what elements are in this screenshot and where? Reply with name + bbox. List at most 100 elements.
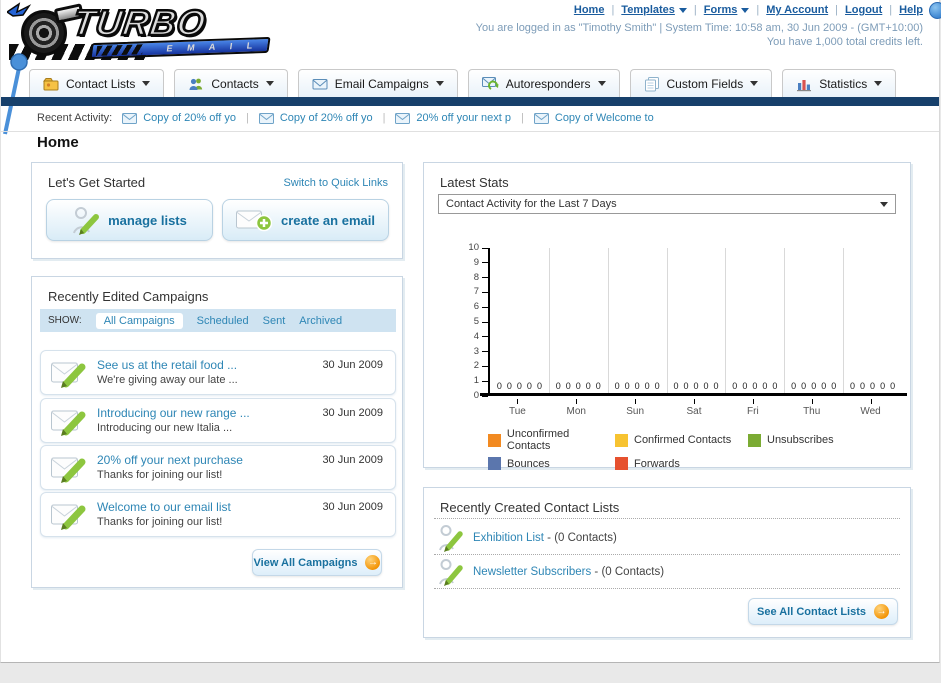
turbo-email-logo: TURBO E M A I L (7, 1, 287, 62)
legend-swatch (748, 433, 761, 447)
contact-lists-title: Recently Created Contact Lists (440, 500, 620, 515)
latest-stats-panel: Latest Stats Contact Activity for the La… (423, 162, 912, 470)
link-separator: | (756, 4, 760, 16)
campaign-title-link[interactable]: Welcome to our email list (97, 500, 231, 514)
chart-legend: Unconfirmed Contacts Confirmed Contacts … (488, 428, 834, 470)
autoresponder-icon (481, 77, 499, 90)
legend-entry: Confirmed Contacts (615, 428, 748, 452)
campaign-row[interactable]: 20% off your next purchase Thanks for jo… (40, 445, 396, 490)
contact-list-link[interactable]: Exhibition List (473, 532, 544, 544)
link-my-account[interactable]: My Account (766, 4, 828, 16)
logo-subtitle: E M A I L (165, 40, 260, 54)
manage-lists-label: manage lists (108, 212, 187, 228)
campaigns-filter-bar: SHOW: All Campaigns Scheduled Sent Archi… (40, 309, 396, 332)
recent-activity-item[interactable]: Copy of 20% off yo (258, 112, 373, 124)
main-nav: Contact Lists Contacts Email Campaigns A… (29, 69, 897, 97)
campaign-row[interactable]: Introducing our new range ... Introducin… (40, 398, 396, 443)
dotted-divider (434, 588, 900, 589)
manage-lists-button[interactable]: manage lists (46, 199, 213, 241)
page-title: Home (37, 134, 79, 151)
envelope-icon (312, 78, 328, 89)
folder-icon (43, 77, 59, 90)
link-templates[interactable]: Templates (621, 4, 687, 16)
envelope-pencil-icon (51, 410, 86, 436)
tab-contacts[interactable]: Contacts (174, 69, 288, 97)
campaigns-title: Recently Edited Campaigns (48, 289, 209, 304)
see-all-contact-lists-button[interactable]: See All Contact Lists → (748, 598, 898, 625)
tab-label: Contacts (211, 76, 259, 91)
credits-text: You have 1,000 total credits left. (766, 36, 923, 48)
stats-range-select[interactable]: Contact Activity for the Last 7 Days (438, 194, 896, 214)
get-started-panel: Let's Get Started Switch to Quick Links … (31, 162, 403, 259)
link-home[interactable]: Home (574, 4, 605, 16)
link-forms[interactable]: Forms (704, 4, 750, 16)
legend-entry: Bounces (488, 457, 615, 470)
recent-activity-bar: Recent Activity: Copy of 20% off yo | Co… (37, 105, 654, 131)
filter-tab-scheduled[interactable]: Scheduled (197, 315, 249, 327)
caret-down-icon (435, 81, 444, 86)
separator: | (521, 112, 524, 124)
legend-swatch (615, 433, 628, 447)
show-label: SHOW: (48, 315, 82, 326)
switch-quick-links[interactable]: Switch to Quick Links (283, 177, 388, 189)
caret-down-icon (265, 81, 274, 86)
envelope-icon (258, 112, 274, 124)
tab-statistics[interactable]: Statistics (782, 69, 897, 97)
contact-list-link[interactable]: Newsletter Subscribers (473, 566, 591, 578)
fields-icon (644, 76, 659, 91)
caret-down-icon (880, 201, 888, 207)
campaign-subtitle: Introducing our new Italia ... (97, 422, 233, 434)
logo-bar-stripes (95, 44, 144, 56)
view-all-campaigns-button[interactable]: View All Campaigns → (252, 549, 382, 576)
contact-list-row[interactable]: Exhibition List - (0 Contacts) (438, 524, 617, 552)
see-all-contact-lists-label: See All Contact Lists (756, 605, 866, 618)
filter-tab-sent[interactable]: Sent (263, 315, 286, 327)
contact-list-row[interactable]: Newsletter Subscribers - (0 Contacts) (438, 558, 664, 586)
recent-activity-item[interactable]: Copy of 20% off yo (122, 112, 236, 124)
campaign-row[interactable]: See us at the retail food ... We're givi… (40, 350, 396, 395)
campaign-subtitle: Thanks for joining our list! (97, 469, 223, 481)
envelope-icon (122, 112, 138, 124)
bar-chart-icon (797, 79, 812, 91)
campaign-row[interactable]: Welcome to our email list Thanks for joi… (40, 492, 396, 537)
tab-autoresponders[interactable]: Autoresponders (467, 69, 620, 97)
recent-activity-item[interactable]: 20% off your next p (395, 112, 511, 124)
link-logout[interactable]: Logout (845, 4, 882, 16)
link-separator: | (611, 4, 615, 16)
campaign-date: 30 Jun 2009 (322, 501, 383, 513)
link-separator: | (693, 4, 697, 16)
link-help[interactable]: Help (899, 4, 923, 16)
tab-email-campaigns[interactable]: Email Campaigns (297, 69, 458, 97)
filter-tab-all-campaigns[interactable]: All Campaigns (95, 312, 183, 329)
separator: | (245, 112, 249, 124)
arrow-right-icon: → (365, 555, 381, 570)
legend-entry: Forwards (615, 457, 748, 470)
contact-list-count: - (0 Contacts) (591, 566, 665, 578)
tab-label: Custom Fields (666, 76, 744, 91)
tab-custom-fields[interactable]: Custom Fields (629, 69, 773, 97)
person-pencil-icon (73, 206, 100, 235)
recent-activity-label: Recent Activity: (37, 112, 113, 124)
tab-label: Contact Lists (66, 76, 136, 91)
legend-swatch (488, 433, 501, 447)
caret-down-icon (142, 81, 151, 86)
filter-tab-archived[interactable]: Archived (299, 315, 342, 327)
envelope-plus-icon (236, 210, 273, 232)
legend-swatch (488, 457, 501, 470)
view-all-campaigns-label: View All Campaigns (253, 556, 358, 569)
envelope-icon (395, 112, 411, 124)
tab-contact-lists[interactable]: Contact Lists (29, 69, 165, 97)
campaign-subtitle: We're giving away our late ... (97, 374, 238, 386)
campaign-title-link[interactable]: Introducing our new range ... (97, 406, 250, 420)
stats-chart: 00000000000000000000000000000000000 0123… (460, 242, 912, 424)
campaigns-panel: Recently Edited Campaigns SHOW: All Camp… (31, 276, 403, 588)
contact-lists-panel: Recently Created Contact Lists Exhibitio… (423, 487, 911, 638)
create-email-button[interactable]: create an email (222, 199, 389, 241)
link-separator: | (835, 4, 839, 16)
campaign-title-link[interactable]: See us at the retail food ... (97, 358, 237, 372)
caret-down-icon (874, 81, 883, 86)
logo-title: TURBO (69, 1, 210, 45)
header-links: Home | Templates | Forms | My Account | … (574, 4, 923, 16)
recent-activity-item[interactable]: Copy of Welcome to (533, 112, 654, 124)
campaign-title-link[interactable]: 20% off your next purchase (97, 453, 243, 467)
